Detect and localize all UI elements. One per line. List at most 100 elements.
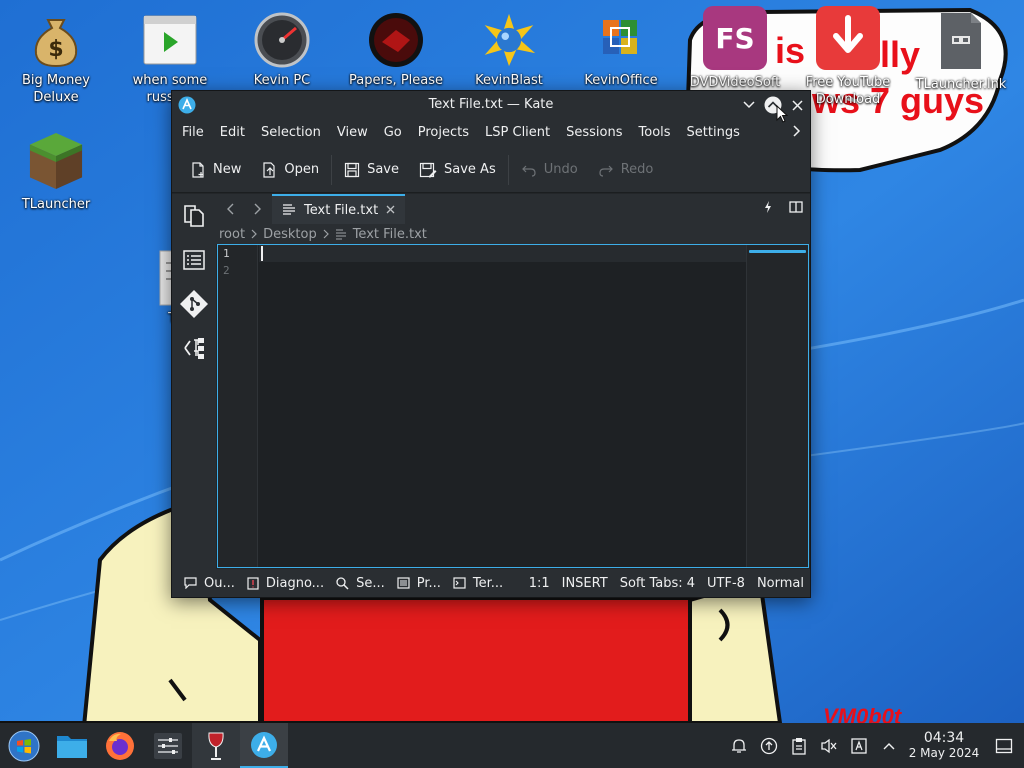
chevron-right-icon	[793, 125, 801, 137]
documents-panel-button[interactable]	[172, 194, 216, 238]
tray-expand-button[interactable]	[874, 742, 904, 750]
text-document-icon	[283, 204, 295, 215]
start-menu-button[interactable]	[0, 723, 48, 768]
search-panel-button[interactable]: Se...	[330, 576, 391, 591]
undo-icon	[521, 165, 536, 177]
clipboard-tray-button[interactable]	[784, 737, 814, 755]
bell-icon	[732, 738, 746, 753]
save-as-button[interactable]: Save As	[409, 153, 506, 187]
clock-date: 2 May 2024	[908, 746, 980, 760]
tab-close-button[interactable]	[386, 202, 395, 218]
desktop-icon-dvdvideosoft[interactable]: FS DVDVideoSoft	[679, 6, 791, 91]
save-as-icon	[419, 162, 437, 177]
breadcrumb-item-file[interactable]: Text File.txt	[353, 227, 427, 242]
redo-icon	[599, 165, 613, 177]
redo-label: Redo	[620, 162, 654, 177]
menu-sessions[interactable]: Sessions	[558, 119, 630, 147]
close-icon	[791, 99, 803, 111]
minimap[interactable]	[746, 245, 808, 567]
desktop-icon-kevinblast[interactable]: KevinBlast	[453, 12, 565, 89]
desktop-icon-tlauncher-lnk[interactable]: TLauncher.lnk	[905, 10, 1017, 93]
new-document-icon	[192, 161, 204, 178]
menu-go[interactable]: Go	[376, 119, 410, 147]
desktop-icon-label: TLauncher.lnk	[915, 77, 1007, 92]
breadcrumb-item-root[interactable]: root	[219, 227, 245, 242]
line-number-gutter: 1 2	[218, 245, 258, 567]
menu-edit[interactable]: Edit	[212, 119, 253, 147]
notifications-tray-button[interactable]	[724, 737, 754, 755]
tab-bar: Text File.txt	[216, 194, 810, 224]
open-button[interactable]: Open	[251, 153, 329, 187]
desktop-icon-big-money-deluxe[interactable]: $ Big Money Deluxe	[0, 12, 112, 106]
kate-window[interactable]: Text File.txt — Kate File Edit Selection…	[171, 90, 811, 598]
text-editor[interactable]: 1 2	[217, 244, 809, 568]
diagnostics-panel-button[interactable]: Diagno...	[241, 576, 330, 591]
menu-overflow-button[interactable]	[784, 125, 810, 141]
tab-text-file[interactable]: Text File.txt	[272, 194, 406, 224]
documents-icon	[184, 205, 204, 227]
update-icon	[760, 737, 778, 754]
forward-button[interactable]	[244, 200, 272, 219]
save-button[interactable]: Save	[334, 153, 409, 187]
new-button[interactable]: New	[180, 153, 251, 187]
encoding-setting[interactable]: UTF-8	[701, 576, 751, 591]
kate-taskbar-button[interactable]	[240, 723, 288, 768]
chevron-up-icon	[883, 742, 895, 749]
menu-file[interactable]: File	[174, 119, 212, 147]
close-button[interactable]	[788, 96, 806, 114]
grass-block-icon	[28, 130, 84, 192]
desktop-icon-papers-please[interactable]: Papers, Please	[340, 12, 452, 89]
input-mode[interactable]: Normal	[751, 576, 810, 591]
show-desktop-icon	[995, 738, 1013, 753]
keyboard-layout-tray-button[interactable]	[844, 737, 874, 754]
wine-button[interactable]	[192, 723, 240, 768]
breadcrumb: root Desktop Text File.txt	[216, 224, 810, 244]
quick-open-button[interactable]	[754, 200, 782, 218]
desktop-icon-kevin-pc[interactable]: Kevin PC	[226, 12, 338, 89]
clock[interactable]: 04:34 2 May 2024	[904, 730, 984, 761]
chevron-right-icon	[254, 203, 261, 214]
left-sidebar	[172, 194, 216, 569]
split-view-icon	[789, 201, 803, 213]
symbols-panel-button[interactable]	[172, 238, 216, 282]
kevinblast-icon	[481, 12, 537, 68]
volume-tray-button[interactable]	[814, 737, 844, 755]
menu-tools[interactable]: Tools	[631, 119, 679, 147]
desktop-icon-tlauncher[interactable]: TLauncher	[0, 130, 112, 213]
firefox-button[interactable]	[96, 723, 144, 768]
split-view-button[interactable]	[782, 201, 810, 217]
indentation-setting[interactable]: Soft Tabs: 4	[614, 576, 701, 591]
project-tree-icon	[184, 338, 204, 359]
menu-selection[interactable]: Selection	[253, 119, 329, 147]
desktop-icon-label: Big Money Deluxe	[21, 73, 90, 105]
undo-label: Undo	[543, 162, 578, 177]
updates-tray-button[interactable]	[754, 737, 784, 755]
desktop-icon-kevinoffice[interactable]: KevinOffice	[565, 12, 677, 89]
menu-lsp-client[interactable]: LSP Client	[477, 119, 558, 147]
show-desktop-button[interactable]	[984, 738, 1024, 754]
projects-panel-button[interactable]: Pr...	[391, 576, 447, 591]
back-button[interactable]	[216, 200, 244, 219]
terminal-panel-button[interactable]: Ter...	[447, 576, 509, 591]
menu-settings[interactable]: Settings	[679, 119, 748, 147]
menu-projects[interactable]: Projects	[410, 119, 477, 147]
window-title: Text File.txt — Kate	[428, 97, 554, 112]
taskbar: 04:34 2 May 2024	[0, 723, 1024, 768]
office-icon	[593, 12, 649, 68]
window-titlebar[interactable]: Text File.txt — Kate	[172, 91, 810, 123]
output-panel-button[interactable]: Ou...	[178, 576, 241, 591]
file-manager-button[interactable]	[48, 723, 96, 768]
undo-button[interactable]: Undo	[511, 153, 588, 187]
git-panel-button[interactable]	[172, 282, 216, 326]
menu-view[interactable]: View	[329, 119, 376, 147]
minimize-button[interactable]	[740, 96, 758, 114]
edit-mode[interactable]: INSERT	[556, 576, 614, 591]
money-bag-icon: $	[28, 12, 84, 68]
cursor-position[interactable]: 1:1	[523, 576, 556, 591]
mixer-button[interactable]	[144, 723, 192, 768]
breadcrumb-item-desktop[interactable]: Desktop	[263, 227, 317, 242]
mixer-icon	[154, 732, 182, 759]
redo-button[interactable]: Redo	[588, 153, 664, 187]
status-bar: Ou... Diagno... Se... Pr... Ter... 1:1 I…	[172, 569, 810, 597]
project-panel-button[interactable]	[172, 326, 216, 370]
